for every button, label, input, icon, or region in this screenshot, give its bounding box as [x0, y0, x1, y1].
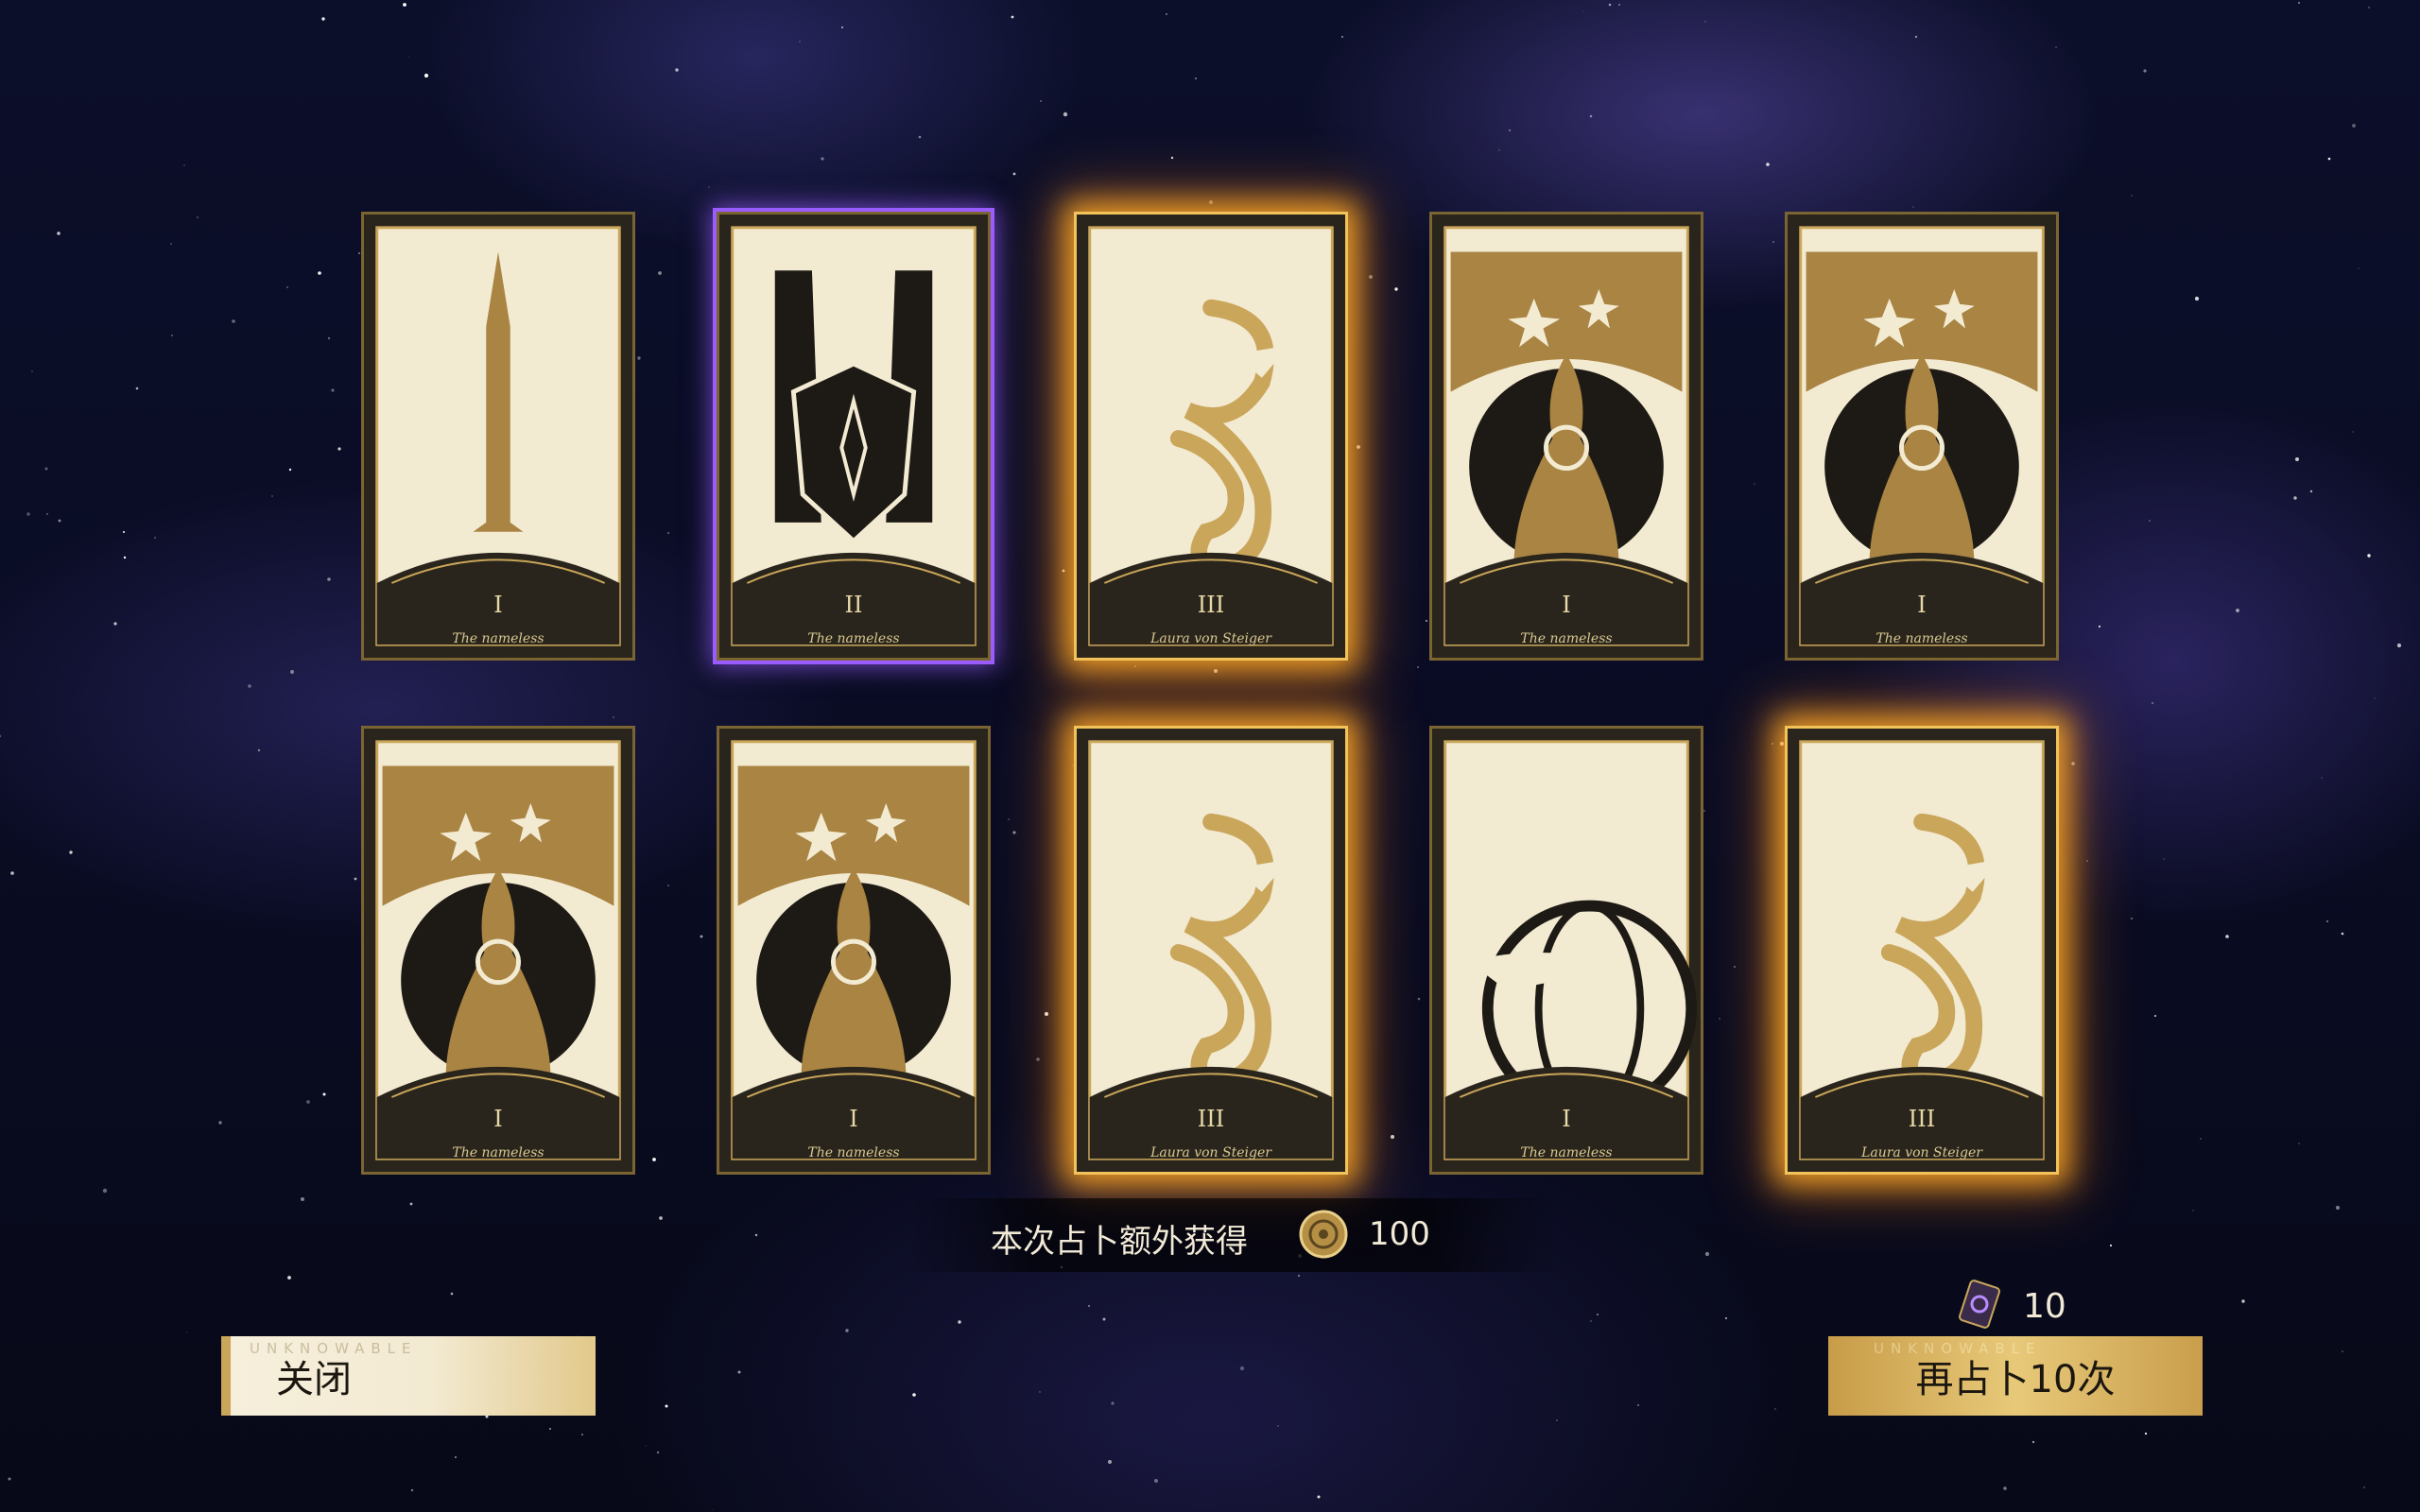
card-name: The nameless [452, 631, 544, 646]
gold-coin-icon [1299, 1210, 1348, 1259]
card-numeral: III [1908, 1106, 1936, 1132]
tarot-card[interactable]: I The nameless [361, 726, 635, 1175]
card-name: Laura von Steiger [1150, 1145, 1271, 1160]
tarot-card[interactable]: I The nameless [1785, 212, 2059, 661]
close-button-label: 关闭 [276, 1358, 352, 1401]
card-name: Laura von Steiger [1861, 1145, 1982, 1160]
card-numeral: I [849, 1106, 858, 1132]
card-numeral: II [844, 592, 863, 618]
bonus-value: 100 [1369, 1215, 1430, 1253]
card-numeral: I [493, 592, 503, 618]
card-name: The nameless [452, 1145, 544, 1160]
draw-again-button[interactable]: UNKNOWABLE 再占卜10次 [1828, 1336, 2203, 1416]
card-name: The nameless [1520, 1145, 1613, 1160]
retry-cost-value: 10 [2023, 1287, 2066, 1326]
card-name: Laura von Steiger [1150, 631, 1271, 646]
tarot-card[interactable]: I The nameless [1429, 726, 1703, 1175]
divination-ticket-icon [1959, 1280, 2000, 1329]
tarot-card[interactable]: III Laura von Steiger [1074, 212, 1348, 661]
tarot-card[interactable]: I The nameless [717, 726, 991, 1175]
card-numeral: III [1197, 592, 1225, 618]
card-name: The nameless [1520, 631, 1613, 646]
card-name: The nameless [1876, 631, 1968, 646]
close-button[interactable]: UNKNOWABLE 关闭 [221, 1336, 596, 1416]
bonus-label: 本次占卜额外获得 [991, 1223, 1248, 1261]
card-numeral: I [493, 1106, 503, 1132]
card-name: The nameless [807, 631, 900, 646]
draw-again-button-label: 再占卜10次 [1915, 1358, 2116, 1401]
card-numeral: I [1562, 1106, 1571, 1132]
card-name: The nameless [807, 1145, 900, 1160]
card-numeral: I [1917, 592, 1927, 618]
tarot-card[interactable]: I The nameless [361, 212, 635, 661]
tarot-card[interactable]: III Laura von Steiger [1785, 726, 2059, 1175]
tarot-card[interactable]: II The nameless [713, 208, 994, 664]
card-numeral: I [1562, 592, 1571, 618]
card-numeral: III [1197, 1106, 1225, 1132]
tarot-card[interactable]: III Laura von Steiger [1074, 726, 1348, 1175]
tarot-card[interactable]: I The nameless [1429, 212, 1703, 661]
